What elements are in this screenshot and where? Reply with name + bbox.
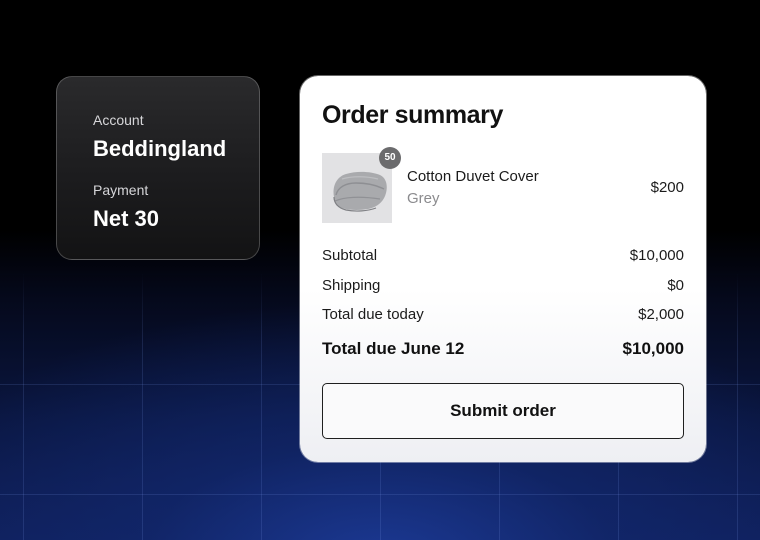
subtotal-value: $10,000 [629, 247, 684, 264]
account-card: Account Beddingland Payment Net 30 [56, 76, 260, 260]
shipping-row: Shipping $0 [322, 277, 684, 295]
submit-order-button[interactable]: Submit order [322, 383, 684, 439]
total-due-today-label: Total due today [322, 306, 424, 323]
total-due-label: Total due June 12 [322, 339, 465, 358]
shipping-value: $0 [667, 277, 684, 294]
total-due-row: Total due June 12 $10,000 [322, 338, 684, 360]
quantity-badge: 50 [379, 147, 401, 169]
subtotal-label: Subtotal [322, 247, 378, 264]
product-name: Cotton Duvet Cover [407, 168, 539, 185]
total-due-value: $10,000 [622, 339, 684, 358]
total-due-today-row: Total due today $2,000 [322, 306, 684, 324]
shipping-label: Shipping [322, 277, 381, 294]
product-thumbnail: 50 [322, 147, 401, 223]
product-price: $200 [650, 179, 684, 196]
account-name: Beddingland [93, 136, 227, 161]
order-summary-title: Order summary [322, 101, 503, 129]
payment-label: Payment [93, 182, 149, 198]
account-label: Account [93, 112, 144, 128]
product-variant: Grey [407, 190, 440, 207]
subtotal-row: Subtotal $10,000 [322, 247, 684, 265]
order-summary-card: Order summary 50 Cotton Duvet Cover Grey… [300, 76, 706, 462]
payment-terms: Net 30 [93, 206, 160, 231]
total-due-today-value: $2,000 [638, 306, 684, 323]
